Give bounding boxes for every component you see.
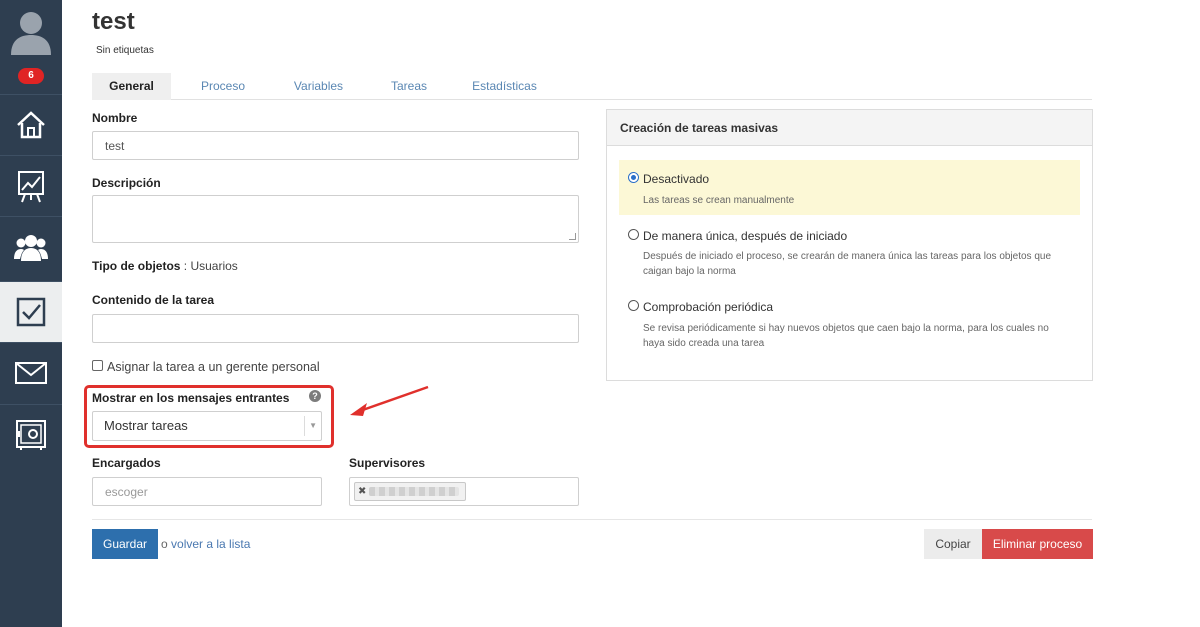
option-disabled-desc: Las tareas se crean manualmente — [643, 195, 795, 206]
supervisors-label: Supervisores — [349, 456, 426, 470]
bulk-task-panel: Creación de tareas masivas Desactivado L… — [606, 109, 1093, 381]
name-label: Nombre — [92, 111, 138, 125]
name-input[interactable]: test — [92, 131, 579, 160]
option-disabled-label[interactable]: Desactivado — [643, 172, 709, 186]
divider — [92, 519, 1092, 520]
back-prefix: o — [161, 537, 172, 551]
tags-label[interactable]: Sin etiquetas — [96, 45, 154, 56]
incoming-select[interactable]: Mostrar tareas ▼ — [92, 411, 322, 441]
tab-bar: General Proceso Variables Tareas Estadís… — [92, 73, 1092, 100]
tab-statistics[interactable]: Estadísticas — [464, 73, 545, 100]
redacted-name — [369, 487, 459, 496]
notification-badge[interactable]: 6 — [18, 68, 44, 84]
object-type-row: Tipo de objetos : Usuarios — [92, 259, 238, 273]
tab-variables[interactable]: Variables — [281, 73, 356, 100]
chart-icon — [18, 171, 44, 203]
assignees-placeholder: escoger — [105, 484, 148, 499]
assignees-label: Encargados — [92, 456, 161, 470]
help-icon[interactable]: ? — [309, 390, 321, 402]
tab-tasks[interactable]: Tareas — [379, 73, 439, 100]
incoming-label: Mostrar en los mensajes entrantes — [92, 391, 290, 405]
option-periodic-label[interactable]: Comprobación periódica — [643, 300, 773, 314]
object-type-label: Tipo de objetos — [92, 259, 181, 273]
users-icon — [14, 235, 48, 261]
resize-handle[interactable] — [569, 233, 576, 240]
radio-periodic-check[interactable] — [628, 300, 639, 311]
copy-button[interactable]: Copiar — [924, 529, 982, 559]
sidebar: 6 — [0, 0, 62, 627]
page-title: test — [92, 8, 135, 35]
radio-once-after-start[interactable] — [628, 229, 639, 240]
annotation-arrow-icon — [350, 385, 429, 416]
supervisor-tag[interactable]: ✖ — [354, 482, 466, 501]
assign-manager-label: Asignar la tarea a un gerente personal — [107, 360, 320, 374]
option-once-desc: Después de iniciado el proceso, se crear… — [643, 251, 1052, 277]
description-textarea[interactable] — [92, 195, 579, 243]
home-icon — [17, 111, 45, 139]
checkbox-icon — [16, 297, 46, 327]
chevron-down-icon: ▼ — [309, 421, 317, 430]
back-to-list-link[interactable]: volver a la lista — [171, 537, 250, 551]
panel-header: Creación de tareas masivas — [607, 110, 1092, 146]
save-button[interactable]: Guardar — [92, 529, 158, 559]
select-divider — [304, 416, 305, 436]
description-label: Descripción — [92, 176, 161, 190]
sidebar-item-settings[interactable] — [0, 404, 62, 465]
assign-manager-checkbox[interactable] — [92, 360, 103, 371]
sidebar-item-stats[interactable] — [0, 155, 62, 216]
delete-process-button[interactable]: Eliminar proceso — [982, 529, 1093, 559]
object-type-value: : Usuarios — [180, 259, 238, 273]
option-once-label[interactable]: De manera única, después de iniciado — [643, 229, 847, 243]
avatar[interactable] — [0, 0, 62, 62]
user-avatar-icon — [11, 12, 51, 55]
sidebar-item-messages[interactable] — [0, 342, 62, 403]
remove-tag-icon[interactable]: ✖ — [358, 484, 366, 500]
panel-title: Creación de tareas masivas — [620, 121, 779, 135]
task-content-input[interactable] — [92, 314, 579, 343]
name-value: test — [105, 138, 125, 153]
sidebar-item-home[interactable] — [0, 94, 62, 155]
mail-icon — [15, 362, 47, 384]
assignees-input[interactable]: escoger — [92, 477, 322, 506]
incoming-selected-value: Mostrar tareas — [104, 418, 188, 433]
tab-general[interactable]: General — [92, 73, 171, 100]
sidebar-item-users[interactable] — [0, 216, 62, 277]
tab-process[interactable]: Proceso — [185, 73, 261, 100]
sidebar-item-tasks[interactable] — [0, 281, 62, 342]
task-content-label: Contenido de la tarea — [92, 293, 215, 307]
safe-icon — [16, 420, 46, 450]
option-periodic-desc: Se revisa periódicamente si hay nuevos o… — [643, 323, 1049, 349]
radio-disabled[interactable] — [628, 172, 639, 183]
back-row: o volver a la lista — [161, 537, 250, 551]
